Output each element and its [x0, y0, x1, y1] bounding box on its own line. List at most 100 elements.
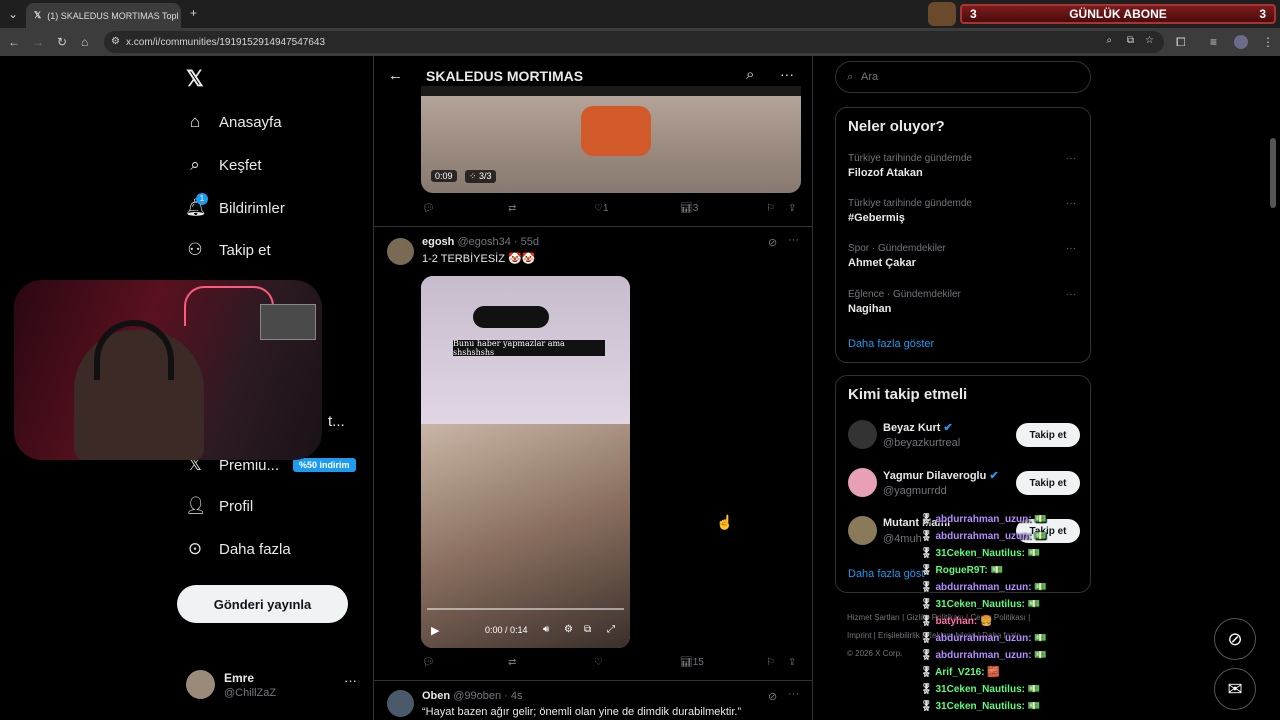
like-button[interactable]: ♡ 1: [594, 203, 609, 214]
browser-menu-icon[interactable]: ⋮: [1262, 36, 1274, 48]
account-handle: @ChillZaZ: [224, 687, 277, 699]
post-2-more-icon[interactable]: ···: [788, 234, 799, 246]
extensions-icon[interactable]: ⧠: [1176, 36, 1186, 48]
share-icon[interactable]: ⇪: [788, 657, 796, 668]
trend-item[interactable]: Eğlence · Gündemdekiler Nagihan ···: [848, 289, 1078, 315]
follow-name[interactable]: Beyaz Kurt ✔: [883, 421, 953, 434]
browser-tab[interactable]: 𝕏 (1) SKALEDUS MORTIMAS Topl ✕: [26, 3, 181, 28]
grok-icon[interactable]: ⊘: [768, 236, 777, 249]
trend-context: Türkiye tarihinde gündemde: [848, 153, 972, 164]
messages-fab-icon[interactable]: ✉: [1214, 668, 1256, 710]
profile-avatar-icon[interactable]: [1234, 35, 1248, 49]
tab-list-icon[interactable]: ⌄: [8, 8, 18, 20]
new-tab-icon[interactable]: +: [190, 7, 197, 19]
repost-icon[interactable]: ⇄: [508, 657, 516, 668]
post-3-handle[interactable]: @99oben: [453, 690, 501, 702]
follow-button[interactable]: Takip et: [1016, 423, 1080, 447]
post-2-time[interactable]: · 55d: [514, 236, 539, 248]
install-icon[interactable]: ⧉: [1127, 35, 1134, 46]
reply-icon[interactable]: 💬︎: [422, 203, 435, 214]
repost-icon[interactable]: ⇄: [508, 203, 516, 214]
more-icon[interactable]: ···: [780, 66, 794, 82]
settings-icon[interactable]: ⚙: [564, 624, 573, 635]
nav-follow[interactable]: ⚇ Takip et: [185, 240, 270, 260]
views-button[interactable]: 📊︎ 15: [680, 657, 704, 668]
video-progress-bar[interactable]: [427, 608, 624, 610]
play-icon[interactable]: ▶: [431, 624, 439, 637]
home-icon[interactable]: ⌂: [81, 36, 88, 48]
trend-more-icon[interactable]: ···: [1066, 243, 1076, 254]
share-icon[interactable]: ⇪: [788, 203, 796, 214]
more-circle-icon: ⊙: [187, 539, 203, 558]
volume-icon[interactable]: 🔊︎: [543, 624, 549, 635]
forward-icon[interactable]: →: [32, 36, 44, 48]
url-field[interactable]: ⚙ x.com/i/communities/191915291494754764…: [104, 31, 1164, 53]
page-scrollbar[interactable]: [1270, 138, 1276, 208]
sub-count-right: 3: [1259, 7, 1266, 21]
trend-item[interactable]: Spor · Gündemdekiler Ahmet Çakar ···: [848, 243, 1078, 269]
post-2-author[interactable]: egosh: [422, 236, 454, 248]
follow-avatar[interactable]: [848, 468, 877, 497]
nav-explore[interactable]: ⌕ Keşfet: [185, 155, 261, 175]
trend-more-icon[interactable]: ···: [1066, 153, 1076, 164]
footer-link[interactable]: Erişilebilirlik: [878, 631, 920, 640]
back-arrow-icon[interactable]: ←: [388, 67, 403, 84]
tab-title: (1) SKALEDUS MORTIMAS Topl: [47, 10, 179, 21]
bookmark-icon[interactable]: ⚐: [766, 657, 775, 668]
follow-show-more[interactable]: Daha fazla göst: [848, 568, 924, 580]
zoom-icon[interactable]: ⌕: [1106, 35, 1112, 46]
footer-link[interactable]: Imprint: [847, 631, 871, 640]
grok-icon[interactable]: ⊘: [768, 690, 777, 703]
chat-user: abdurrahman_uzun:: [935, 582, 1032, 593]
nav-more[interactable]: ⊙ Daha fazla: [185, 539, 291, 559]
reload-icon[interactable]: ↻: [57, 36, 67, 48]
trends-show-more[interactable]: Daha fazla göster: [848, 338, 934, 350]
trend-name: Ahmet Çakar: [848, 257, 916, 269]
trend-item[interactable]: Türkiye tarihinde gündemde Filozof Ataka…: [848, 153, 1078, 179]
trend-more-icon[interactable]: ···: [1066, 289, 1076, 300]
nav-home[interactable]: ⌂ Anasayfa: [185, 112, 282, 132]
media-control-icon[interactable]: ≡: [1210, 36, 1217, 48]
nav-profile[interactable]: 👤︎ Profil: [185, 496, 253, 516]
follow-avatar[interactable]: [848, 420, 877, 449]
post-3-more-icon[interactable]: ···: [788, 688, 799, 700]
premium-discount-badge: %50 indirim: [293, 458, 356, 472]
post-2-video[interactable]: Bunu haber yapmazlar ama shshshshs ▶ 0:0…: [421, 276, 630, 648]
site-info-icon[interactable]: ⚙: [111, 36, 120, 47]
post-2-avatar[interactable]: [387, 238, 414, 265]
post-3-avatar[interactable]: [387, 690, 414, 717]
account-switcher[interactable]: Emre @ChillZaZ ···: [186, 668, 366, 708]
grok-fab-icon[interactable]: ⊘: [1214, 618, 1256, 660]
account-menu-icon[interactable]: ···: [344, 673, 357, 688]
post-3-time[interactable]: · 4s: [504, 690, 522, 702]
video-photo: [421, 424, 630, 648]
trend-context: Spor · Gündemdekiler: [848, 243, 946, 254]
post-1-video[interactable]: 0:09 ⁘ 3/3: [421, 86, 801, 193]
trend-item[interactable]: Türkiye tarihinde gündemde #Gebermiş ···: [848, 198, 1078, 224]
follow-handle: @4muh: [883, 533, 922, 545]
bookmark-star-icon[interactable]: ☆: [1145, 35, 1154, 46]
pip-icon[interactable]: ⧉: [584, 624, 591, 635]
search-input[interactable]: ⌕ Ara: [835, 61, 1091, 93]
search-icon[interactable]: ⌕: [746, 66, 754, 83]
follow-name[interactable]: Yagmur Dilaveroglu ✔: [883, 469, 999, 482]
bookmark-icon[interactable]: ⚐: [766, 203, 775, 214]
nav-notifications[interactable]: 🔔︎ 1 Bildirimler: [185, 193, 285, 218]
search-placeholder: Ara: [861, 71, 879, 83]
reply-icon[interactable]: 💬︎: [422, 657, 435, 668]
post-3-author[interactable]: Oben: [422, 690, 450, 702]
chat-emote: 💵: [1027, 684, 1041, 695]
like-icon[interactable]: ♡: [594, 657, 603, 668]
post-button[interactable]: Gönderi yayınla: [177, 585, 348, 623]
back-icon[interactable]: ←: [8, 36, 20, 48]
x-logo-icon[interactable]: 𝕏: [186, 66, 204, 92]
post-2-handle[interactable]: @egosh34: [457, 236, 510, 248]
fullscreen-icon[interactable]: ⤢: [607, 624, 615, 635]
trend-more-icon[interactable]: ···: [1066, 198, 1076, 209]
views-button[interactable]: 📊︎ 3: [680, 203, 698, 214]
footer-link[interactable]: Hizmet Şartları: [847, 613, 900, 622]
follow-avatar[interactable]: [848, 516, 877, 545]
follow-button[interactable]: Takip et: [1016, 471, 1080, 495]
chat-emote: 💵: [1034, 514, 1047, 525]
nav-hidden-item-label[interactable]: t...: [328, 413, 345, 430]
